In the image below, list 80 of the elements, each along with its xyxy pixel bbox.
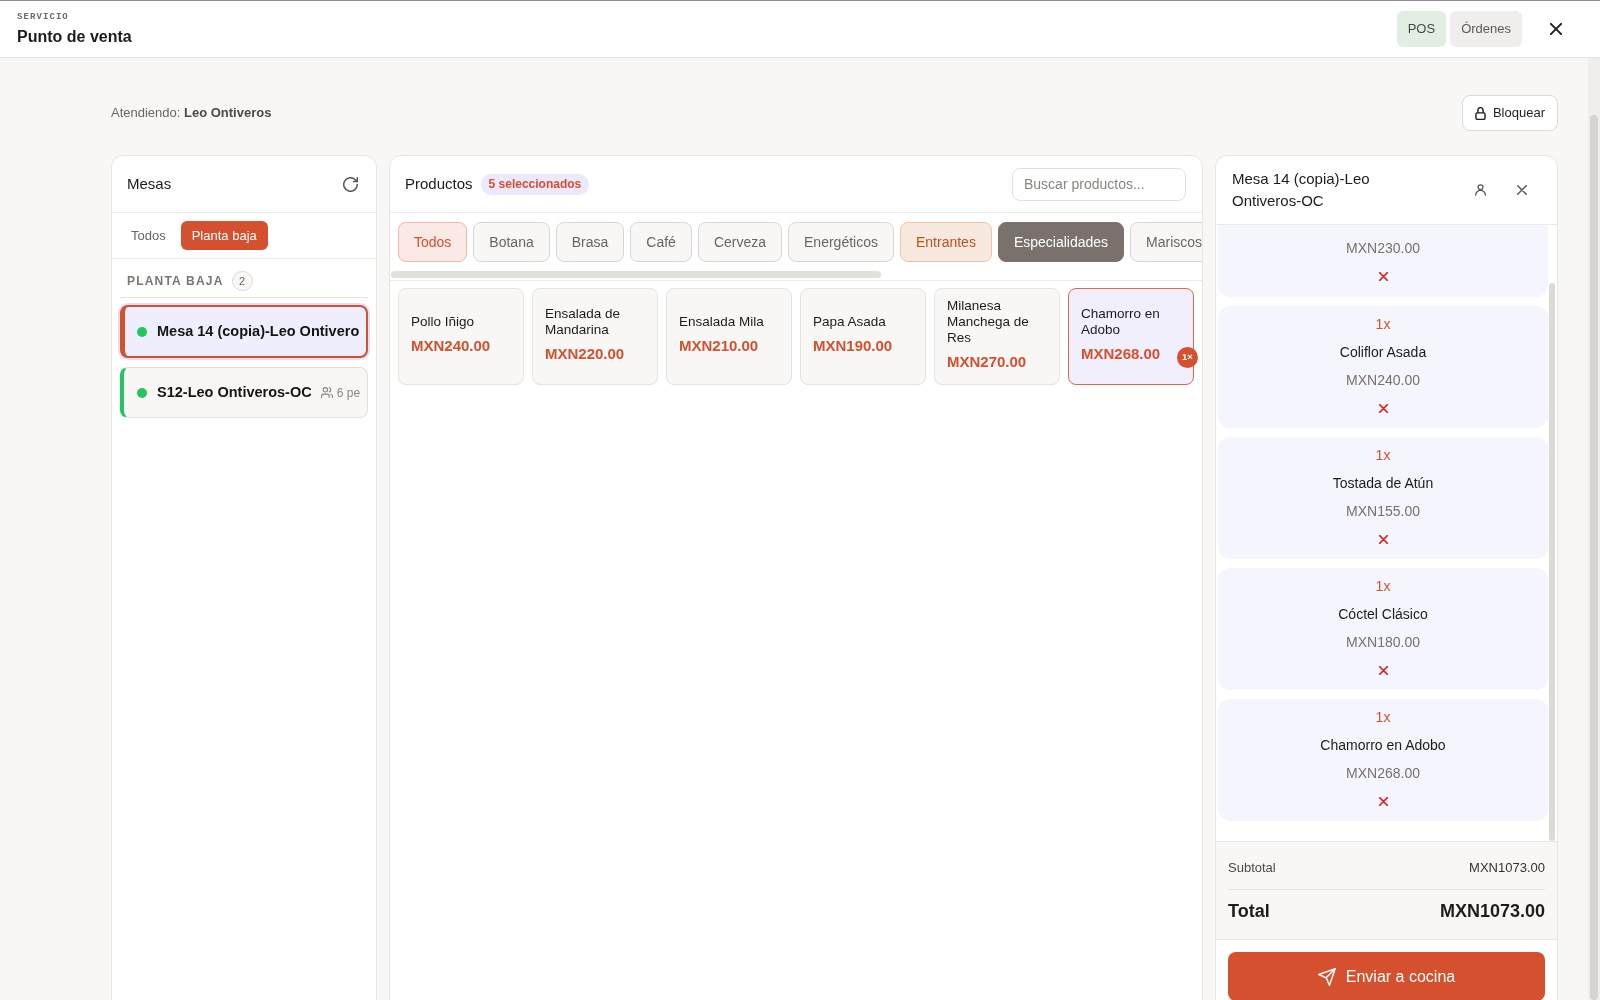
scrollbar-thumb[interactable]: [391, 271, 881, 278]
category-tab[interactable]: Mariscos: [1130, 222, 1202, 262]
scrollbar-thumb[interactable]: [1549, 283, 1555, 841]
category-tab[interactable]: Especialidades: [997, 222, 1125, 262]
product-price: MXN268.00: [1081, 343, 1162, 364]
lock-icon: [1474, 106, 1486, 120]
table-card[interactable]: Mesa 14 (copia)-Leo Ontivero: [120, 305, 368, 358]
send-to-kitchen-button[interactable]: Enviar a cocina: [1228, 952, 1545, 1000]
remove-icon[interactable]: [1378, 796, 1388, 806]
item-price: MXN180.00: [1346, 633, 1420, 651]
subtotal-label: Subtotal: [1228, 859, 1276, 878]
filter-tab[interactable]: Planta baja: [180, 221, 268, 250]
item-price: MXN240.00: [1346, 371, 1420, 389]
people-icon: [320, 387, 333, 398]
item-name: Chamorro en Adobo: [1320, 736, 1446, 754]
item-price: MXN230.00: [1346, 239, 1420, 257]
item-name: Cóctel Clásico: [1338, 605, 1428, 623]
product-name: Milanesa Manchega de Res: [947, 297, 1030, 346]
item-quantity: 1x: [1375, 577, 1391, 595]
page-title: Punto de venta: [17, 26, 132, 47]
view-tab[interactable]: Órdenes: [1450, 11, 1522, 47]
product-name: Chamorro en Adobo: [1081, 305, 1161, 338]
category-tab[interactable]: Cerveza: [697, 222, 783, 262]
panel-title: Productos: [405, 173, 473, 194]
item-price: MXN155.00: [1346, 502, 1420, 520]
product-card[interactable]: Pollo Iñigo MXN240.00: [398, 288, 524, 385]
product-price: MXN240.00: [411, 335, 492, 356]
category-tab[interactable]: Entrantes: [899, 222, 992, 262]
item-name: Coliflor Asada: [1339, 343, 1427, 361]
product-card[interactable]: Ensalada de Mandarina MXN220.00: [532, 288, 658, 385]
item-quantity: 1x: [1375, 446, 1391, 464]
table-name: S12-Leo Ontiveros-OC: [157, 382, 312, 402]
order-title: Mesa 14 (copia)-Leo Ontiveros-OC: [1232, 169, 1371, 211]
item-quantity: 1x: [1375, 315, 1391, 333]
product-card[interactable]: Papa Asada MXN190.00: [800, 288, 926, 385]
product-price: MXN190.00: [813, 335, 894, 356]
category-tab[interactable]: Botana: [473, 222, 550, 262]
send-icon: [1317, 967, 1336, 986]
search-field[interactable]: Buscar productos...: [1012, 167, 1186, 201]
attending-text: Atendiendo: Leo Ontiveros: [111, 104, 272, 123]
product-name: Ensalada Mila: [679, 313, 765, 330]
section-label: PLANTA BAJA: [127, 273, 224, 290]
total-value: MXN1073.00: [1439, 899, 1545, 923]
category-tab[interactable]: Todos: [398, 222, 468, 262]
close-icon[interactable]: [1550, 23, 1562, 35]
product-price: MXN210.00: [679, 335, 760, 356]
remove-icon[interactable]: [1378, 271, 1388, 281]
item-price: MXN268.00: [1346, 764, 1420, 782]
count-badge: 2: [231, 271, 253, 291]
subtotal-value: MXN1073.00: [1469, 859, 1545, 878]
product-name: Papa Asada: [813, 313, 887, 330]
filter-tab[interactable]: Todos: [120, 221, 177, 250]
scrollbar-thumb[interactable]: [1590, 115, 1598, 1000]
table-card[interactable]: S12-Leo Ontiveros-OC 6 pe: [120, 367, 368, 418]
close-icon[interactable]: [1517, 185, 1527, 195]
remove-icon[interactable]: [1378, 403, 1388, 413]
product-card[interactable]: Ensalada Mila MXN210.00: [666, 288, 792, 385]
remove-icon[interactable]: [1378, 534, 1388, 544]
eyebrow-label: SERVICIO: [17, 10, 70, 23]
category-tab[interactable]: Brasa: [555, 222, 625, 262]
category-tab[interactable]: Energéticos: [788, 222, 894, 262]
selection-badge: 5 seleccionados: [480, 173, 590, 195]
view-tab[interactable]: POS: [1396, 11, 1447, 47]
panel-title: Mesas: [127, 173, 172, 194]
product-card[interactable]: Milanesa Manchega de Res MXN270.00: [934, 288, 1060, 385]
item-quantity: 1x: [1375, 708, 1391, 726]
refresh-icon[interactable]: [343, 176, 358, 192]
remove-icon[interactable]: [1378, 665, 1388, 675]
guest-count: 6 pe: [336, 384, 361, 402]
item-name: Tostada de Atún: [1332, 474, 1434, 492]
quantity-badge: 1×: [1177, 347, 1198, 368]
product-name: Pollo Iñigo: [411, 313, 476, 330]
product-price: MXN220.00: [545, 343, 626, 364]
product-name: Ensalada de Mandarina: [545, 305, 622, 338]
lock-button[interactable]: Bloquear: [1461, 95, 1558, 131]
total-label: Total: [1228, 899, 1270, 923]
category-tab[interactable]: Café: [630, 222, 692, 262]
table-name: Mesa 14 (copia)-Leo Ontivero: [157, 321, 360, 341]
product-price: MXN270.00: [947, 351, 1028, 372]
person-icon[interactable]: [1475, 184, 1486, 196]
